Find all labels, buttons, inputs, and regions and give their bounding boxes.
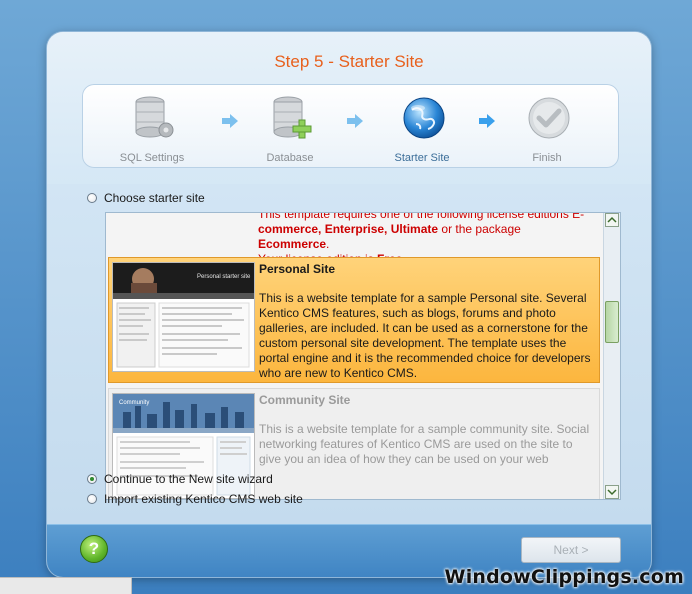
option-label: Continue to the New site wizard [104, 472, 273, 486]
radio-button[interactable] [87, 193, 97, 203]
list-item[interactable]: This template requires one of the follow… [108, 213, 600, 266]
community-site-text: Community Site This is a website templat… [259, 393, 593, 467]
arrow-right-icon [347, 114, 363, 128]
help-button[interactable]: ? [80, 535, 108, 563]
license-text: . [326, 237, 330, 251]
license-package: Ecommerce [258, 237, 327, 251]
vertical-scrollbar[interactable] [603, 213, 620, 499]
step-finish: Finish [487, 84, 607, 168]
page-title: Step 5 - Starter Site [274, 52, 424, 71]
choose-starter-site-option[interactable]: Choose starter site [87, 190, 205, 206]
thumb-caption: Community [119, 400, 149, 406]
item-description: This is a website template for a sample … [259, 422, 590, 466]
license-text: or the package [438, 222, 521, 236]
database-add-icon [273, 96, 312, 139]
watermark: WindowClippings.com [444, 566, 684, 588]
step-label: Database [266, 152, 314, 164]
import-site-option[interactable]: Import existing Kentico CMS web site [87, 491, 303, 507]
database-settings-icon [135, 96, 174, 138]
step-database: Database [230, 84, 350, 168]
option-label: Choose starter site [104, 191, 205, 205]
continue-wizard-option[interactable]: Continue to the New site wizard [87, 471, 273, 487]
step-starter-site: Starter Site [362, 84, 482, 168]
personal-site-text: Personal Site This is a website template… [259, 262, 593, 381]
thumb-caption: Personal starter site [197, 274, 251, 280]
step-sql-settings: SQL Settings [92, 84, 212, 168]
list-item-personal-site[interactable]: Personal starter site Personal Site This… [108, 257, 600, 383]
step-label: Starter Site [394, 152, 450, 164]
scroll-down-button[interactable] [605, 485, 619, 499]
next-button[interactable]: Next > [521, 537, 621, 563]
license-line: commerce, Enterprise, Ultimate or the pa… [258, 222, 594, 252]
license-line: This template requires one of the follow… [258, 213, 585, 221]
background-window-edge [0, 577, 132, 594]
step-label: SQL Settings [119, 152, 185, 164]
item-title: Community Site [259, 393, 351, 407]
wizard-window: Step 5 - Starter Site SQL Settings Datab… [47, 32, 651, 577]
help-icon: ? [88, 539, 100, 558]
step-indicator: SQL Settings Database Starter Site Finis… [82, 84, 619, 168]
globe-icon [403, 97, 445, 139]
radio-button[interactable] [87, 474, 97, 484]
scroll-up-button[interactable] [605, 213, 619, 227]
option-label: Import existing Kentico CMS web site [104, 492, 303, 506]
radio-button[interactable] [87, 494, 97, 504]
site-preview-image: Personal starter site [113, 263, 254, 368]
scrollbar-thumb[interactable] [605, 301, 619, 343]
starter-site-list[interactable]: This template requires one of the follow… [105, 212, 621, 500]
step-label: Finish [532, 152, 562, 164]
chevron-down-icon [607, 489, 617, 496]
item-description: This is a website template for a sample … [259, 291, 591, 380]
list-viewport: This template requires one of the follow… [106, 213, 602, 499]
license-editions: commerce, Enterprise, Ultimate [258, 222, 439, 236]
chevron-up-icon [607, 216, 617, 223]
item-title: Personal Site [259, 262, 336, 276]
personal-site-thumbnail: Personal starter site [112, 262, 255, 372]
checkmark-icon [528, 97, 570, 139]
